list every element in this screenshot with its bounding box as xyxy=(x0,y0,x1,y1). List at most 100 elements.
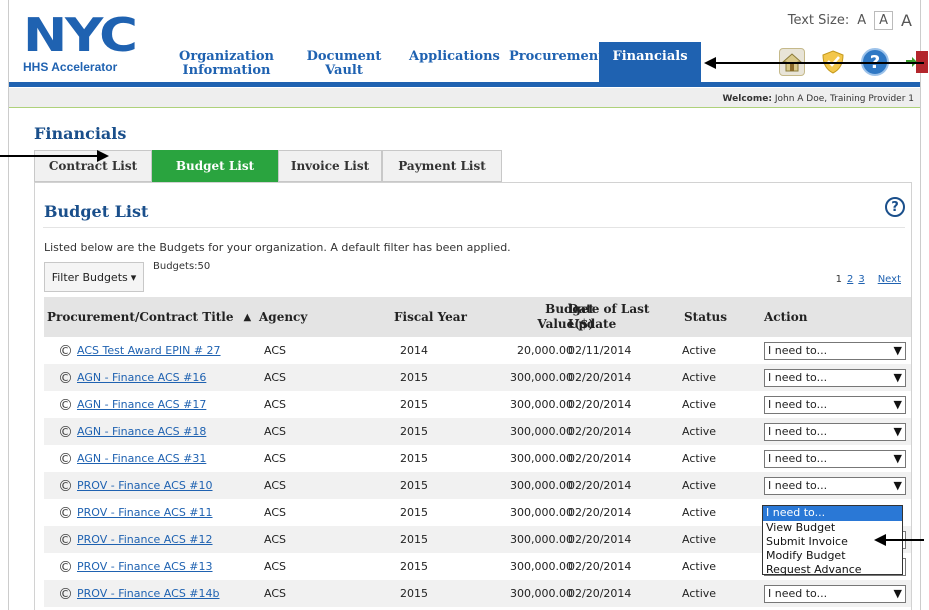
cell-title: © PROV - Finance ACS #12 xyxy=(58,526,213,553)
budget-title-link[interactable]: PROV - Finance ACS #10 xyxy=(77,479,213,492)
cell-budget-value: 300,000.00 xyxy=(510,398,573,411)
subtab-payment-list[interactable]: Payment List xyxy=(382,150,502,182)
cell-fiscal-year: 2015 xyxy=(400,506,428,519)
cell-last-update: 02/20/2014 xyxy=(568,506,632,519)
next-page-link[interactable]: Next xyxy=(878,274,901,285)
budget-title-link[interactable]: ACS Test Award EPIN # 27 xyxy=(77,344,221,357)
budget-title-link[interactable]: AGN - Finance ACS #31 xyxy=(77,452,206,465)
cell-status: Active xyxy=(682,398,717,411)
cell-budget-value: 300,000.00 xyxy=(510,452,573,465)
budget-title-link[interactable]: PROV - Finance ACS #14b xyxy=(77,587,220,600)
cell-budget-value: 300,000.00 xyxy=(510,425,573,438)
column-header-status[interactable]: Status xyxy=(684,297,727,337)
page-3-link[interactable]: 3 xyxy=(858,274,864,285)
cell-last-update: 02/20/2014 xyxy=(568,425,632,438)
cell-agency: ACS xyxy=(264,398,286,411)
copyright-icon: © xyxy=(58,368,73,387)
chevron-down-icon: ▼ xyxy=(893,587,902,600)
annotation-arrowhead-financials xyxy=(704,57,716,69)
chevron-down-icon: ▼ xyxy=(893,371,902,384)
tab-document-vault[interactable]: Document Vault xyxy=(289,42,399,82)
column-header-title[interactable]: Procurement/Contract Title ▲ xyxy=(47,297,251,337)
cell-action: I need to... ▼ xyxy=(764,472,906,499)
table-row: © AGN - Finance ACS #31 ACS 2015 300,000… xyxy=(44,445,911,472)
nav-bar-stripe xyxy=(9,82,920,87)
column-header-fiscal-year[interactable]: Fiscal Year xyxy=(394,297,467,337)
welcome-label: Welcome: xyxy=(722,94,772,104)
pagination: 1 2 3 Next xyxy=(836,274,901,285)
budget-title-link[interactable]: AGN - Finance ACS #16 xyxy=(77,371,206,384)
table-header: Procurement/Contract Title ▲ Agency Fisc… xyxy=(44,297,911,337)
cell-title: © PROV - Finance ACS #14b xyxy=(58,580,220,607)
cell-title: © ACS Test Award EPIN # 27 xyxy=(58,337,221,364)
table-row: © AGN - Finance ACS #18 ACS 2015 300,000… xyxy=(44,418,911,445)
copyright-icon: © xyxy=(58,449,73,468)
column-header-date[interactable]: Date of Last Update xyxy=(568,297,649,337)
cell-title: © AGN - Finance ACS #31 xyxy=(58,445,206,472)
column-header-action: Action xyxy=(764,309,808,324)
nyc-logo[interactable]: NYC HHS Accelerator xyxy=(23,12,153,74)
cell-agency: ACS xyxy=(264,371,286,384)
option-request-advance[interactable]: Request Advance xyxy=(763,563,902,577)
chevron-down-icon: ▼ xyxy=(893,479,902,492)
date-header-line1: Date of Last xyxy=(568,302,650,316)
action-select[interactable]: I need to... ▼ xyxy=(764,449,906,468)
cell-fiscal-year: 2015 xyxy=(400,533,428,546)
action-select[interactable]: I need to... ▼ xyxy=(764,368,906,387)
copyright-icon: © xyxy=(58,557,73,576)
budget-title-link[interactable]: AGN - Finance ACS #18 xyxy=(77,425,206,438)
header: NYC HHS Accelerator Text Size: A A A Org… xyxy=(9,0,928,87)
text-size-small[interactable]: A xyxy=(853,12,870,29)
budget-title-link[interactable]: PROV - Finance ACS #12 xyxy=(77,533,213,546)
tab-applications[interactable]: Applications xyxy=(399,42,500,82)
tab-financials[interactable]: Financials xyxy=(599,42,701,82)
cell-status: Active xyxy=(682,452,717,465)
text-size-large[interactable]: A xyxy=(897,10,916,31)
action-select-value: I need to... xyxy=(768,344,828,357)
table-row: © AGN - Finance ACS #17 ACS 2015 300,000… xyxy=(44,391,911,418)
logo-text: NYC xyxy=(23,8,138,62)
table-row: © AGN - Finance ACS #16 ACS 2015 300,000… xyxy=(44,364,911,391)
tab-procurements[interactable]: Procurements xyxy=(499,42,612,82)
subtab-invoice-list[interactable]: Invoice List xyxy=(278,150,382,182)
filter-budgets-label: Filter Budgets xyxy=(51,270,128,284)
filter-budgets-button[interactable]: Filter Budgets ▾ xyxy=(44,262,144,292)
cell-budget-value: 300,000.00 xyxy=(510,371,573,384)
panel-help-icon[interactable]: ? xyxy=(885,197,905,217)
action-select[interactable]: I need to... ▼ xyxy=(764,584,906,603)
option-view-budget[interactable]: View Budget xyxy=(763,521,902,535)
copyright-icon: © xyxy=(58,530,73,549)
cell-fiscal-year: 2015 xyxy=(400,587,428,600)
copyright-icon: © xyxy=(58,584,73,603)
cell-agency: ACS xyxy=(264,587,286,600)
tab-organization-information[interactable]: Organization Information xyxy=(164,42,289,82)
action-select[interactable]: I need to... ▼ xyxy=(764,422,906,441)
cell-fiscal-year: 2015 xyxy=(400,479,428,492)
cell-action: I need to... ▼ xyxy=(764,418,906,445)
subtab-budget-list[interactable]: Budget List xyxy=(152,150,278,182)
cell-action: I need to... ▼ xyxy=(764,391,906,418)
welcome-user: John A Doe, Training Provider 1 xyxy=(774,94,914,104)
annotation-arrow-financials xyxy=(714,62,924,64)
page-2-link[interactable]: 2 xyxy=(847,274,853,285)
column-header-agency[interactable]: Agency xyxy=(259,297,307,337)
action-select[interactable]: I need to... ▼ xyxy=(764,476,906,495)
action-select[interactable]: I need to... ▼ xyxy=(764,341,906,360)
panel-description: Listed below are the Budgets for your or… xyxy=(44,241,511,254)
budget-title-link[interactable]: AGN - Finance ACS #17 xyxy=(77,398,206,411)
cell-budget-value: 300,000.00 xyxy=(510,533,573,546)
cell-last-update: 02/20/2014 xyxy=(568,398,632,411)
cell-action: I need to... ▼ xyxy=(764,580,906,607)
budget-title-link[interactable]: PROV - Finance ACS #13 xyxy=(77,560,213,573)
dropdown-selected-option[interactable]: I need to... xyxy=(763,506,902,521)
main-nav-tabs: Organization Information Document Vault … xyxy=(164,42,701,82)
action-select[interactable]: I need to... ▼ xyxy=(764,395,906,414)
option-modify-budget[interactable]: Modify Budget xyxy=(763,549,902,563)
page-1[interactable]: 1 xyxy=(836,274,842,285)
cell-action: I need to... ▼ xyxy=(764,445,906,472)
caret-down-icon: ▾ xyxy=(130,270,137,284)
text-size-control: Text Size: A A A xyxy=(788,10,916,31)
cell-action: I need to... ▼ xyxy=(764,364,906,391)
text-size-medium[interactable]: A xyxy=(874,11,894,30)
budget-title-link[interactable]: PROV - Finance ACS #11 xyxy=(77,506,213,519)
